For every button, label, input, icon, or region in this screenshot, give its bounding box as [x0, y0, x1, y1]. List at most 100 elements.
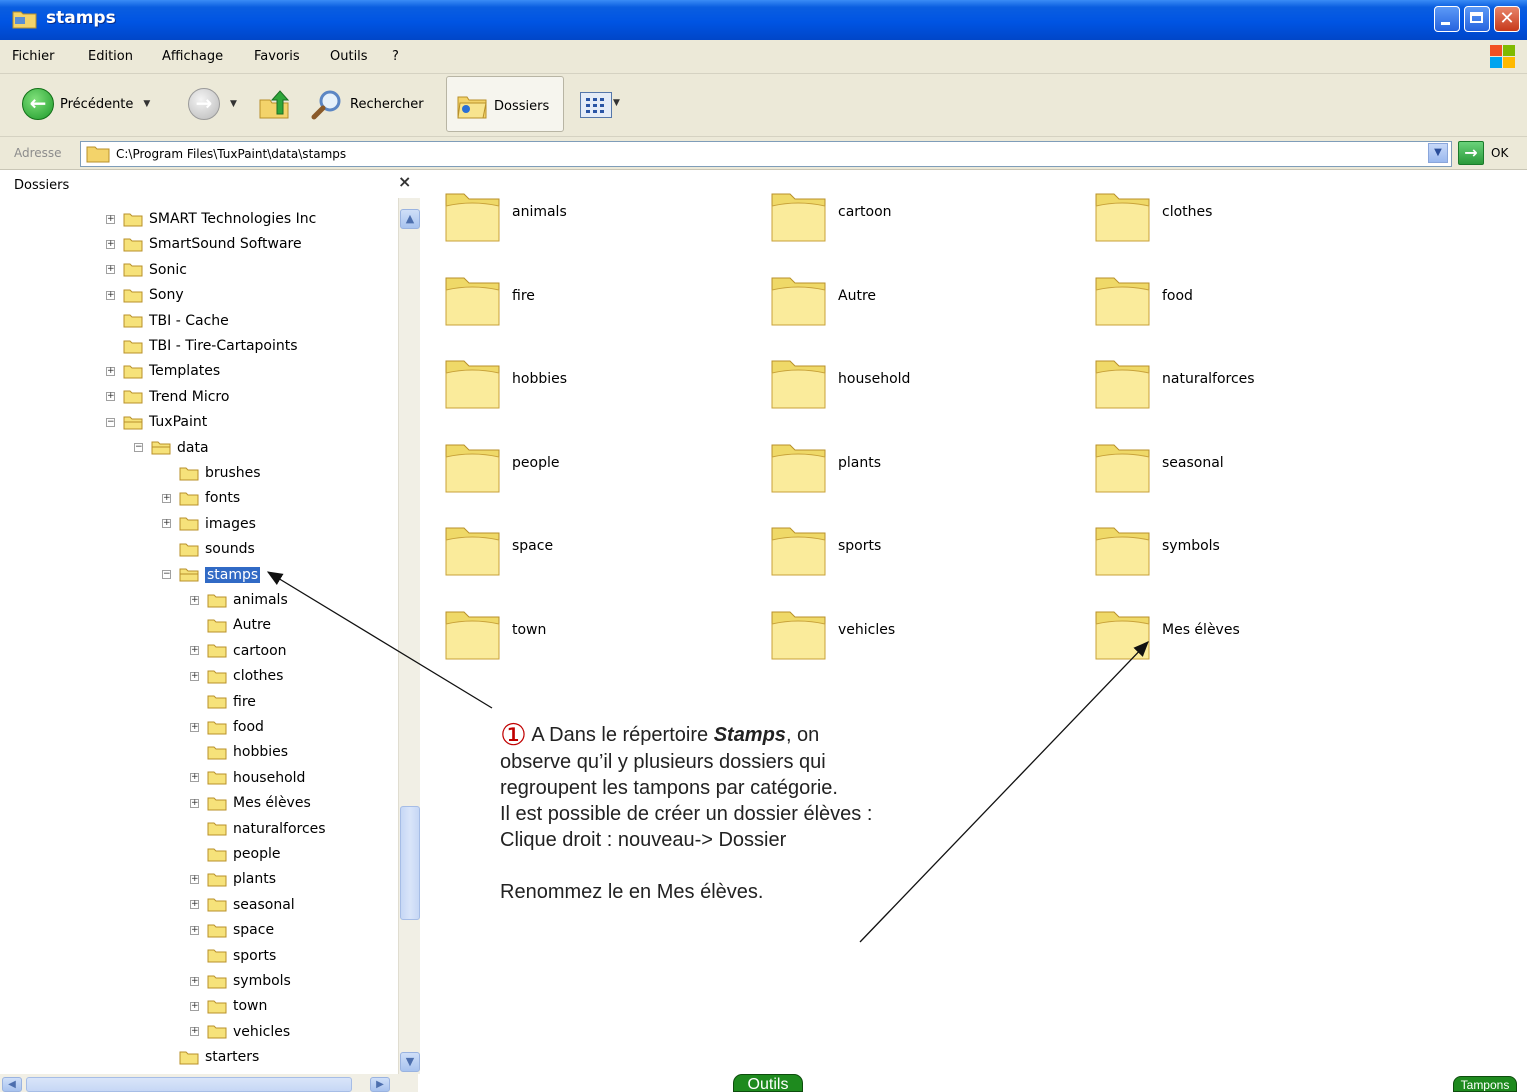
folder-tile[interactable]: space — [442, 518, 742, 588]
tree-item[interactable]: hobbies — [190, 741, 288, 763]
tree-item[interactable]: + space — [190, 919, 274, 941]
tree-item[interactable]: sports — [190, 945, 276, 967]
tree-item[interactable]: + Templates — [106, 360, 220, 382]
expand-icon[interactable]: + — [106, 290, 115, 300]
menu-help[interactable]: ? — [392, 49, 399, 64]
expand-icon[interactable]: + — [106, 265, 115, 275]
collapse-icon[interactable]: − — [134, 443, 143, 453]
tree-item[interactable]: TBI - Tire-Cartapoints — [106, 335, 298, 357]
close-button[interactable]: ✕ — [1494, 6, 1520, 32]
menu-favoris[interactable]: Favoris — [254, 49, 300, 64]
views-dropdown-icon[interactable]: ▼ — [613, 98, 620, 108]
folder-tile[interactable]: plants — [768, 435, 1068, 505]
folder-tile[interactable]: seasonal — [1092, 435, 1392, 505]
tree-item[interactable]: + vehicles — [190, 1021, 290, 1043]
go-label[interactable]: OK — [1491, 146, 1508, 160]
expand-icon[interactable]: + — [190, 798, 199, 808]
menu-edition[interactable]: Edition — [88, 49, 133, 64]
tampons-button[interactable]: Tampons — [1453, 1076, 1517, 1092]
back-button[interactable]: Précédente ▼ — [22, 88, 150, 120]
expand-icon[interactable]: + — [190, 722, 199, 732]
tree-item[interactable]: + household — [190, 767, 305, 789]
expand-icon[interactable]: + — [190, 874, 199, 884]
expand-icon[interactable]: + — [190, 773, 199, 783]
folder-tile[interactable]: household — [768, 351, 1068, 421]
tree-item[interactable]: brushes — [162, 462, 261, 484]
tree-item[interactable]: starters — [162, 1046, 259, 1068]
folder-tile[interactable]: food — [1092, 268, 1392, 338]
folder-tile[interactable]: Mes élèves — [1092, 602, 1392, 672]
dropdown-arrow-icon[interactable]: ▼ — [143, 99, 150, 109]
scroll-right-icon[interactable]: ▶ — [370, 1077, 390, 1092]
tree-item[interactable]: + Mes élèves — [190, 792, 311, 814]
horizontal-scrollbar-thumb[interactable] — [26, 1077, 352, 1092]
tree-item[interactable]: people — [190, 843, 280, 865]
expand-icon[interactable]: + — [190, 1001, 199, 1011]
scroll-down-icon[interactable]: ▼ — [400, 1052, 420, 1072]
tree-item[interactable]: + clothes — [190, 665, 283, 687]
tree-item[interactable]: + cartoon — [190, 640, 287, 662]
go-arrow-icon[interactable]: → — [1458, 141, 1484, 165]
tree-item[interactable]: + symbols — [190, 970, 291, 992]
expand-icon[interactable]: + — [162, 519, 171, 529]
tree-item[interactable]: TBI - Cache — [106, 310, 229, 332]
folder-tile[interactable]: naturalforces — [1092, 351, 1392, 421]
expand-icon[interactable]: + — [106, 366, 115, 376]
expand-icon[interactable]: + — [190, 976, 199, 986]
menu-fichier[interactable]: Fichier — [12, 49, 55, 64]
address-dropdown-icon[interactable]: ▼ — [1428, 143, 1448, 163]
expand-icon[interactable]: + — [106, 392, 115, 402]
close-pane-icon[interactable]: × — [398, 172, 411, 191]
tree-vertical-scrollbar[interactable] — [398, 198, 421, 1074]
folder-tile[interactable]: vehicles — [768, 602, 1068, 672]
folder-tile[interactable]: animals — [442, 184, 742, 254]
tree-item[interactable]: + food — [190, 716, 264, 738]
expand-icon[interactable]: + — [190, 1027, 199, 1037]
tree-item[interactable]: + seasonal — [190, 894, 295, 916]
dropdown-arrow-icon[interactable]: ▼ — [230, 99, 237, 109]
minimize-button[interactable] — [1434, 6, 1460, 32]
tree-item[interactable]: + Sonic — [106, 259, 187, 281]
tree-item[interactable]: + fonts — [162, 487, 240, 509]
expand-icon[interactable]: + — [162, 493, 171, 503]
folder-tile[interactable]: Autre — [768, 268, 1068, 338]
tree-item[interactable]: fire — [190, 691, 256, 713]
expand-icon[interactable]: + — [190, 925, 199, 935]
expand-icon[interactable]: + — [190, 646, 199, 656]
expand-icon[interactable]: + — [190, 671, 199, 681]
maximize-button[interactable] — [1464, 6, 1490, 32]
folder-tile[interactable]: cartoon — [768, 184, 1068, 254]
folder-tile[interactable]: symbols — [1092, 518, 1392, 588]
views-icon[interactable] — [580, 92, 612, 118]
folder-tile[interactable]: people — [442, 435, 742, 505]
collapse-icon[interactable]: − — [106, 417, 115, 427]
tree-item[interactable]: + images — [162, 513, 256, 535]
tree-item[interactable]: + SmartSound Software — [106, 233, 302, 255]
search-button[interactable]: Rechercher — [310, 88, 424, 120]
forward-button[interactable]: ▼ — [188, 88, 237, 120]
tree-item[interactable]: − stamps — [162, 564, 261, 586]
folder-tile[interactable]: clothes — [1092, 184, 1392, 254]
folder-tile[interactable]: sports — [768, 518, 1068, 588]
menu-affichage[interactable]: Affichage — [162, 49, 223, 64]
tree-item[interactable]: + animals — [190, 589, 288, 611]
expand-icon[interactable]: + — [190, 595, 199, 605]
tree-item[interactable]: − data — [134, 437, 209, 459]
title-bar[interactable]: stamps ✕ — [0, 0, 1527, 40]
scroll-up-icon[interactable]: ▲ — [400, 209, 420, 229]
scroll-left-icon[interactable]: ◀ — [2, 1077, 22, 1092]
expand-icon[interactable]: + — [106, 239, 115, 249]
scrollbar-thumb[interactable] — [400, 806, 420, 920]
tree-item[interactable]: + SMART Technologies Inc — [106, 208, 316, 230]
tree-item[interactable]: naturalforces — [190, 818, 326, 840]
menu-outils[interactable]: Outils — [330, 49, 368, 64]
tree-item[interactable]: + town — [190, 995, 267, 1017]
expand-icon[interactable]: + — [190, 900, 199, 910]
folder-tile[interactable]: hobbies — [442, 351, 742, 421]
tree-item[interactable]: sounds — [162, 538, 255, 560]
tree-item[interactable]: Autre — [190, 614, 271, 636]
tree-item[interactable]: + Sony — [106, 284, 184, 306]
folder-tile[interactable]: town — [442, 602, 742, 672]
folder-tile[interactable]: fire — [442, 268, 742, 338]
outils-button[interactable]: Outils — [733, 1074, 803, 1092]
